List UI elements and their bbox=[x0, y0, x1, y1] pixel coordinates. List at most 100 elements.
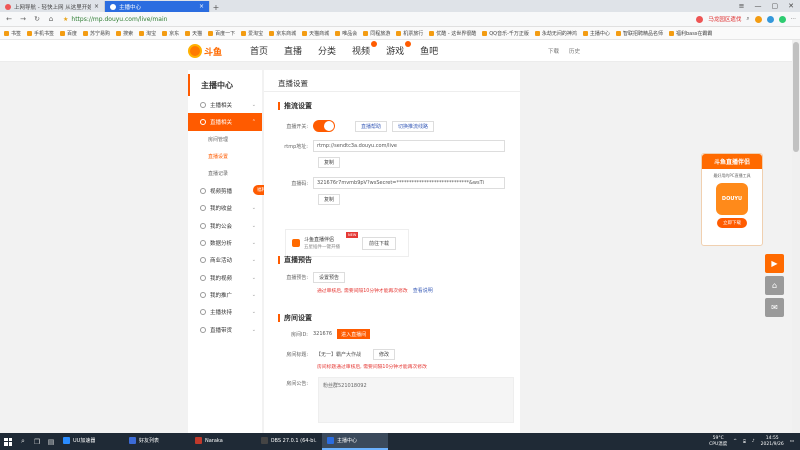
douyu-logo[interactable]: 斗鱼 bbox=[188, 42, 228, 60]
bookmark-item[interactable]: 京东 bbox=[162, 30, 179, 37]
clock[interactable]: 14:55 2021/9/26 bbox=[761, 436, 784, 448]
bookmark-item[interactable]: 书签 bbox=[4, 30, 21, 37]
extension-icon[interactable] bbox=[778, 15, 786, 23]
companion-download-button[interactable]: 前往下载 bbox=[361, 237, 396, 250]
promo-download-button[interactable]: 立即下载 bbox=[717, 218, 747, 228]
download-link[interactable]: 下载 bbox=[548, 47, 559, 55]
live-help-button[interactable]: 直播帮助 bbox=[355, 120, 388, 132]
back-icon[interactable]: ← bbox=[4, 15, 14, 23]
bookmark-item[interactable]: 京东商城 bbox=[269, 30, 296, 37]
url-field[interactable]: ★ https://mp.douyu.com/live/main bbox=[60, 14, 480, 25]
room-notice-textarea[interactable]: 粉丝群521018092 bbox=[318, 377, 514, 423]
taskbar-app[interactable]: 主播中心 bbox=[322, 433, 388, 450]
bookmark-item[interactable]: 搜索 bbox=[116, 30, 133, 37]
bookmark-item[interactable]: 优酷 - 这世界很酷 bbox=[429, 30, 476, 37]
weather-widget[interactable]: 59°C CPU温度 bbox=[709, 436, 727, 448]
sidebar-item[interactable]: 我的公会 ⌄ bbox=[188, 217, 262, 234]
extension-icon[interactable] bbox=[754, 15, 762, 23]
sidebar-item[interactable]: 数据分析 ⌄ bbox=[188, 234, 262, 251]
nav-video[interactable]: 视频 bbox=[352, 41, 378, 57]
edit-title-button[interactable]: 修改 bbox=[373, 348, 396, 360]
enter-room-button[interactable]: 进入直播间 bbox=[337, 329, 371, 339]
nav-live[interactable]: 直播 bbox=[284, 44, 302, 57]
menu-icon[interactable]: ≡ bbox=[739, 2, 745, 10]
close-window-icon[interactable]: ✕ bbox=[788, 2, 794, 10]
nav-games[interactable]: 游戏 bbox=[386, 41, 412, 57]
switch-line-button[interactable]: 切换推流线路 bbox=[392, 120, 435, 132]
bookmark-item[interactable]: 爱淘宝 bbox=[241, 30, 263, 37]
search-icon[interactable]: ⌕ bbox=[16, 437, 30, 446]
feedback-icon[interactable]: ✉ bbox=[765, 298, 784, 317]
set-preview-button[interactable]: 设置预告 bbox=[313, 272, 346, 283]
bookmark-item[interactable]: 永劫无间的神鸿 bbox=[534, 30, 577, 37]
sidebar-item[interactable]: 视频剪播⌄福利 bbox=[188, 182, 270, 199]
search-engine-icon[interactable] bbox=[696, 15, 704, 23]
forward-icon[interactable]: → bbox=[18, 15, 28, 23]
bookmark-item[interactable]: 百度 bbox=[60, 30, 77, 37]
close-tab-icon[interactable]: × bbox=[94, 3, 99, 10]
bookmark-star-icon[interactable]: ★ bbox=[63, 16, 68, 23]
bookmark-item[interactable]: 手机书签 bbox=[27, 30, 54, 37]
tab-anchor-center[interactable]: 主播中心 × bbox=[105, 1, 210, 12]
more-icon[interactable]: ⋯ bbox=[791, 16, 797, 22]
bookmark-item[interactable]: 天猫 bbox=[185, 30, 202, 37]
copy-rtmp-button[interactable]: 复制 bbox=[318, 157, 341, 168]
stream-code-field[interactable]: 321676r7mvmb9pV?wsSecret=***************… bbox=[313, 177, 505, 189]
rtmp-address-field[interactable]: rtmp://sendtc3a.douyu.com/live bbox=[313, 140, 505, 152]
bookmark-item[interactable]: 唯品会 bbox=[335, 30, 357, 37]
task-view-icon[interactable]: ❐ bbox=[30, 438, 44, 446]
minimize-icon[interactable]: — bbox=[755, 2, 762, 10]
sidebar-item[interactable]: 直播带货 ⌄ bbox=[188, 321, 262, 338]
refresh-icon[interactable]: ↻ bbox=[32, 15, 42, 23]
bookmark-item[interactable]: 天猫商城 bbox=[302, 30, 329, 37]
home-icon[interactable]: ⌂ bbox=[46, 15, 56, 23]
bookmark-item[interactable]: 智联招聘精品名师 bbox=[615, 30, 663, 37]
bookmark-item[interactable]: 主播中心 bbox=[582, 30, 610, 37]
bookmark-item[interactable]: 机票旅行 bbox=[396, 30, 423, 37]
sidebar-item[interactable]: 主播扶持 ⌄ bbox=[188, 304, 262, 321]
maximize-icon[interactable]: ▢ bbox=[772, 2, 779, 10]
tab-navigation[interactable]: 上网导航 - 轻快上网 从这里开始 × bbox=[0, 1, 105, 12]
file-explorer-icon[interactable]: ▤ bbox=[44, 438, 58, 446]
sidebar-item[interactable]: 我的收益 ⌄ bbox=[188, 200, 262, 217]
stream-switch-toggle[interactable] bbox=[313, 120, 335, 132]
sidebar-subitem[interactable]: 直播设置 bbox=[188, 148, 262, 165]
network-icon[interactable]: ⌸ bbox=[743, 439, 746, 445]
sidebar-subitem[interactable]: 房间管理 bbox=[188, 131, 262, 148]
sidebar-subitem[interactable]: 直播记录 bbox=[188, 165, 262, 182]
bookmark-item[interactable]: 淘宝 bbox=[139, 30, 156, 37]
sidebar-item[interactable]: 直播相关 ⌃ bbox=[188, 113, 262, 131]
close-tab-icon[interactable]: × bbox=[199, 3, 204, 10]
volume-icon[interactable]: ♪ bbox=[752, 439, 755, 444]
search-icon[interactable]: ⌕ bbox=[746, 16, 749, 23]
taskbar-app[interactable]: UU加速器 bbox=[58, 433, 124, 450]
nav-category[interactable]: 分类 bbox=[318, 44, 336, 57]
sidebar-item[interactable]: 主播相关 ⌄ bbox=[188, 96, 262, 113]
sidebar-item[interactable]: 我的推广 ⌄ bbox=[188, 286, 262, 303]
home-icon[interactable]: ⌂ bbox=[765, 276, 784, 295]
companion-promo[interactable]: 斗鱼直播伴侣 最好用的PC直播工具 DOUYU 立即下载 bbox=[701, 153, 763, 246]
bookmark-item[interactable]: 同程旅游 bbox=[363, 30, 390, 37]
page-scrollbar[interactable] bbox=[792, 40, 800, 433]
new-tab-button[interactable]: + bbox=[210, 3, 222, 12]
bookmark-item[interactable]: 百度一下 bbox=[208, 30, 235, 37]
taskbar-app[interactable]: 好友列表 bbox=[124, 433, 190, 450]
scrollbar-thumb[interactable] bbox=[793, 42, 799, 152]
nav-fishbar[interactable]: 鱼吧 bbox=[420, 44, 438, 57]
taskbar-app[interactable]: OBS 27.0.1 (64-bi... bbox=[256, 433, 322, 450]
taskbar-app[interactable]: Naraka bbox=[190, 433, 256, 450]
start-button[interactable] bbox=[0, 433, 16, 450]
nav-home[interactable]: 首页 bbox=[250, 44, 268, 57]
bookmark-item[interactable]: QQ音乐-千万正版 bbox=[482, 30, 529, 37]
sidebar-item[interactable]: 商业活动 ⌄ bbox=[188, 252, 262, 269]
copy-code-button[interactable]: 复制 bbox=[318, 194, 341, 205]
extension-icon[interactable] bbox=[766, 15, 774, 23]
notifications-icon[interactable]: ▭ bbox=[790, 439, 794, 444]
bookmark-item[interactable]: 福利bass在霸霸 bbox=[668, 30, 712, 37]
play-icon[interactable]: ▶ bbox=[765, 254, 784, 273]
view-instructions-link[interactable]: 查看说明 bbox=[413, 287, 433, 294]
sidebar-item[interactable]: 我的视频 ⌄ bbox=[188, 269, 262, 286]
tray-chevron-icon[interactable]: ^ bbox=[733, 439, 737, 444]
history-link[interactable]: 历史 bbox=[569, 47, 580, 55]
bookmark-item[interactable]: 苏宁易购 bbox=[83, 30, 110, 37]
